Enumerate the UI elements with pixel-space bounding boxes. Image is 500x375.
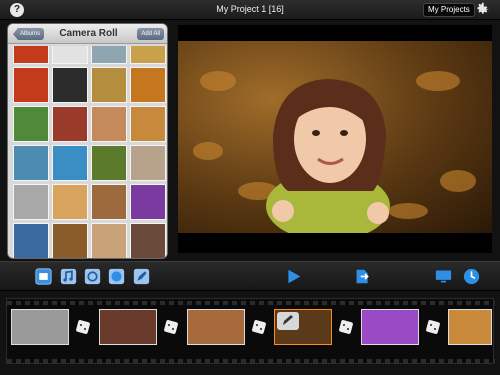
photo-thumbnail[interactable] xyxy=(130,106,166,142)
photo-thumbnail[interactable] xyxy=(13,106,49,142)
photo-thumbnail[interactable] xyxy=(130,223,166,258)
photo-thumbnail[interactable] xyxy=(130,46,166,64)
photo-thumbnail[interactable] xyxy=(52,223,88,258)
voice-icon[interactable] xyxy=(84,268,101,285)
photo-grid xyxy=(11,46,167,258)
theme-icon[interactable] xyxy=(108,268,125,285)
timeline-clip[interactable] xyxy=(187,309,245,345)
display-icon[interactable] xyxy=(435,268,452,285)
photo-thumbnail[interactable] xyxy=(13,145,49,181)
photo-thumbnail[interactable] xyxy=(130,184,166,220)
play-icon[interactable] xyxy=(285,268,302,285)
photo-thumbnail[interactable] xyxy=(52,67,88,103)
timeline-clip-selected[interactable] xyxy=(274,309,332,345)
photo-thumbnail[interactable] xyxy=(52,145,88,181)
timeline[interactable] xyxy=(6,298,495,364)
transition-dice-icon[interactable] xyxy=(338,319,354,335)
photo-thumbnail[interactable] xyxy=(13,67,49,103)
photo-thumbnail[interactable] xyxy=(91,46,127,64)
photo-thumbnail[interactable] xyxy=(91,106,127,142)
timeline-clip[interactable] xyxy=(11,309,69,345)
transition-dice-icon[interactable] xyxy=(163,319,179,335)
edit-icon[interactable] xyxy=(133,268,150,285)
top-bar: ? My Project 1 [16] My Projects xyxy=(0,0,500,20)
my-projects-button[interactable]: My Projects xyxy=(423,3,475,17)
timeline-clip[interactable] xyxy=(361,309,419,345)
preview-photo xyxy=(178,41,492,241)
preview-image xyxy=(193,71,476,241)
camera-roll-header: Albums Camera Roll Add All xyxy=(8,24,167,44)
gear-icon[interactable] xyxy=(474,1,490,17)
photo-thumbnail[interactable] xyxy=(13,184,49,220)
camera-roll-panel: Albums Camera Roll Add All xyxy=(7,23,168,259)
sprocket-strip-top xyxy=(7,301,495,305)
photo-thumbnail[interactable] xyxy=(91,223,127,258)
transition-dice-icon[interactable] xyxy=(251,319,267,335)
edit-clip-icon[interactable] xyxy=(277,312,299,330)
add-all-button[interactable]: Add All xyxy=(137,28,164,40)
video-preview[interactable] xyxy=(178,25,492,253)
photo-thumbnail[interactable] xyxy=(52,106,88,142)
photo-thumbnail[interactable] xyxy=(13,223,49,258)
app-window: ? My Project 1 [16] My Projects Albums C… xyxy=(0,0,500,375)
photo-thumbnail[interactable] xyxy=(130,67,166,103)
export-icon[interactable] xyxy=(354,268,371,285)
timeline-clip[interactable] xyxy=(99,309,157,345)
timeline-clip[interactable] xyxy=(448,309,492,345)
transition-dice-icon[interactable] xyxy=(425,319,441,335)
transition-dice-icon[interactable] xyxy=(75,319,91,335)
sprocket-strip-bottom xyxy=(7,359,495,363)
image-tool-icon[interactable] xyxy=(35,268,52,285)
photo-thumbnail[interactable] xyxy=(91,184,127,220)
photo-thumbnail[interactable] xyxy=(91,67,127,103)
clock-icon[interactable] xyxy=(463,268,480,285)
photo-thumbnail[interactable] xyxy=(130,145,166,181)
photo-thumbnail[interactable] xyxy=(52,46,88,64)
music-icon[interactable] xyxy=(60,268,77,285)
photo-thumbnail[interactable] xyxy=(91,145,127,181)
photo-thumbnail[interactable] xyxy=(13,46,49,64)
photo-thumbnail[interactable] xyxy=(52,184,88,220)
